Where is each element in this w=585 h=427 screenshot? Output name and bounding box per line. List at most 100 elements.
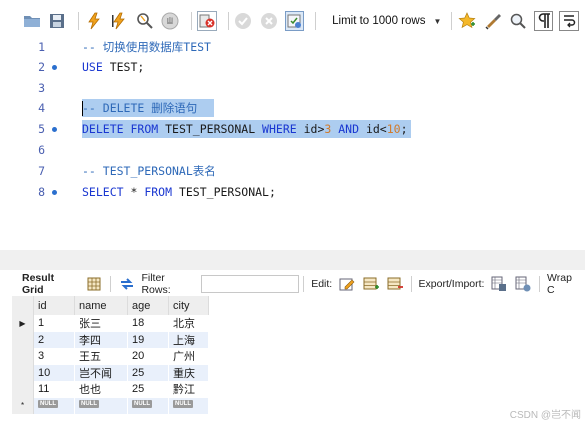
- table-cell[interactable]: NULL: [75, 397, 128, 414]
- wrap-cell-content-label[interactable]: Wrap C: [547, 272, 582, 296]
- toolbar-separator: [539, 276, 541, 292]
- table-cell[interactable]: 2: [34, 331, 75, 348]
- import-icon[interactable]: [514, 275, 532, 293]
- delete-row-icon[interactable]: [386, 275, 404, 293]
- result-grid-tab[interactable]: Result Grid: [12, 272, 82, 296]
- table-row[interactable]: 3 王五 20 广州: [12, 348, 209, 365]
- table-cell[interactable]: 上海: [169, 331, 209, 348]
- line-number: 1: [38, 40, 45, 54]
- keyword: AND: [338, 122, 360, 136]
- table-cell[interactable]: 25: [128, 364, 169, 381]
- export-icon[interactable]: [490, 275, 508, 293]
- limit-rows-select[interactable]: Limit to 1000 rows ▼: [325, 11, 447, 31]
- row-selector[interactable]: [12, 331, 34, 348]
- code-line-1: 1 -- 切换使用数据库TEST: [12, 38, 585, 56]
- column-header-age[interactable]: age: [128, 296, 169, 315]
- table-cell[interactable]: 1: [34, 315, 75, 332]
- table-cell[interactable]: 也也: [75, 381, 128, 398]
- table-row[interactable]: 2 李四 19 上海: [12, 331, 209, 348]
- toolbar-separator: [227, 12, 229, 30]
- table-row[interactable]: 11 也也 25 黔江: [12, 381, 209, 398]
- table-cell[interactable]: 3: [34, 348, 75, 365]
- table-cell[interactable]: 19: [128, 331, 169, 348]
- line-number: 6: [38, 143, 45, 157]
- new-row[interactable]: * NULL NULL NULL NULL: [12, 397, 209, 414]
- line-number: 5: [38, 122, 45, 136]
- column-header-id[interactable]: id: [34, 296, 75, 315]
- explain-magnifier-icon[interactable]: [135, 11, 155, 31]
- panel-splitter[interactable]: [0, 250, 585, 270]
- table-row[interactable]: 10 岂不闻 25 重庆: [12, 364, 209, 381]
- word-wrap-icon[interactable]: [559, 11, 580, 31]
- result-toolbar: Result Grid Filter Rows: Edit: Export/Im…: [12, 272, 585, 296]
- code-line-6: 6: [12, 141, 585, 159]
- toggle-stop-on-error-icon[interactable]: [197, 11, 217, 31]
- code-text: DELETE FROM TEST_PERSONAL WHERE id>3 AND…: [82, 122, 408, 136]
- table-cell[interactable]: 张三: [75, 315, 128, 332]
- table-cell[interactable]: 18: [128, 315, 169, 332]
- table-cell[interactable]: 20: [128, 348, 169, 365]
- execute-lightning-icon[interactable]: [84, 11, 104, 31]
- table-cell[interactable]: 11: [34, 381, 75, 398]
- add-row-icon[interactable]: [362, 275, 380, 293]
- autocommit-toggle-icon[interactable]: [284, 11, 305, 31]
- result-grid[interactable]: id name age city ▶ 1 张三 18 北京 2 李四 19 上海…: [12, 296, 209, 414]
- invisible-characters-pilcrow-icon[interactable]: [533, 11, 554, 31]
- keyword: FROM: [144, 185, 173, 199]
- code-token: ;: [400, 122, 408, 136]
- save-icon[interactable]: [48, 11, 68, 31]
- edit-row-pencil-icon[interactable]: [338, 275, 356, 293]
- line-number: 3: [38, 81, 45, 95]
- column-header-name[interactable]: name: [75, 296, 128, 315]
- table-cell[interactable]: 岂不闻: [75, 364, 128, 381]
- table-cell[interactable]: 广州: [169, 348, 209, 365]
- commit-check-icon[interactable]: [234, 11, 254, 31]
- code-token: TEST_PERSONAL;: [172, 185, 276, 199]
- table-cell[interactable]: 重庆: [169, 364, 209, 381]
- statement-marker-dot: [52, 189, 57, 195]
- table-row[interactable]: ▶ 1 张三 18 北京: [12, 315, 209, 332]
- find-replace-icon[interactable]: [508, 11, 528, 31]
- table-cell[interactable]: 25: [128, 381, 169, 398]
- code-token: id>: [296, 122, 325, 136]
- row-selector[interactable]: [12, 381, 34, 398]
- rollback-x-icon[interactable]: [259, 11, 279, 31]
- code-line-4: 4 -- DELETE 删除语句: [12, 99, 585, 117]
- toolbar-separator: [315, 12, 317, 30]
- table-cell[interactable]: 北京: [169, 315, 209, 332]
- new-row-marker[interactable]: *: [12, 397, 34, 414]
- line-number: 4: [38, 101, 45, 115]
- bookmark-star-icon[interactable]: [457, 11, 477, 31]
- filter-rows-input[interactable]: [201, 275, 300, 293]
- current-row-marker[interactable]: ▶: [12, 315, 34, 332]
- line-number: 8: [38, 185, 45, 199]
- row-selector[interactable]: [12, 364, 34, 381]
- sql-editor[interactable]: 1 -- 切换使用数据库TEST 2 USE TEST; 3 4 -- DELE…: [12, 38, 585, 250]
- table-cell[interactable]: NULL: [169, 397, 209, 414]
- column-header-city[interactable]: city: [169, 296, 209, 315]
- statement-marker-dot: [52, 126, 57, 132]
- beautify-brush-icon[interactable]: [483, 11, 503, 31]
- filter-rows-label: Filter Rows:: [141, 272, 171, 296]
- grid-header-row: id name age city: [12, 296, 209, 315]
- code-text: USE TEST;: [82, 60, 144, 74]
- table-cell[interactable]: 王五: [75, 348, 128, 365]
- table-cell[interactable]: 李四: [75, 331, 128, 348]
- table-cell[interactable]: 黔江: [169, 381, 209, 398]
- limit-rows-label: Limit to 1000 rows: [332, 15, 426, 27]
- chevron-down-icon: ▼: [433, 16, 442, 26]
- code-token: *: [123, 185, 145, 199]
- refresh-arrows-icon[interactable]: [118, 275, 136, 293]
- code-line-3: 3: [12, 79, 585, 97]
- table-cell[interactable]: NULL: [34, 397, 75, 414]
- row-selector[interactable]: [12, 348, 34, 365]
- execute-cursor-lightning-icon[interactable]: [110, 11, 130, 31]
- open-folder-icon[interactable]: [22, 11, 42, 31]
- code-line-8: 8 SELECT * FROM TEST_PERSONAL;: [12, 183, 585, 201]
- table-cell[interactable]: 10: [34, 364, 75, 381]
- stop-hand-icon[interactable]: [161, 11, 181, 31]
- code-line-2: 2 USE TEST;: [12, 58, 585, 76]
- table-cell[interactable]: NULL: [128, 397, 169, 414]
- grid-view-icon[interactable]: [85, 275, 103, 293]
- code-token: TEST;: [102, 60, 145, 74]
